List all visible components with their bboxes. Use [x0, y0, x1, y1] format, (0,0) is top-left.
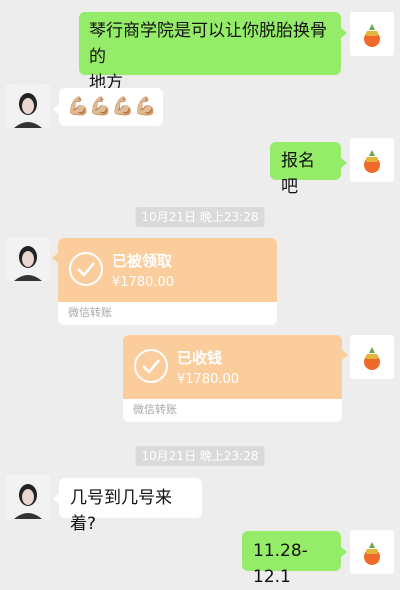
- checkmark-icon: [134, 349, 168, 383]
- transfer-amount: ¥1780.00: [177, 372, 240, 387]
- message-text: 报名吧: [281, 151, 315, 197]
- transfer-status: 已被领取: [112, 252, 173, 270]
- emoji-muscle-icons: 💪🏼💪🏼💪🏼💪🏼: [67, 96, 157, 117]
- transfer-amount: ¥1780.00: [112, 275, 175, 290]
- contact-avatar[interactable]: [6, 475, 50, 519]
- message-bubble-incoming[interactable]: 💪🏼💪🏼💪🏼💪🏼: [53, 88, 163, 126]
- message-text: 几号到几号来着?: [70, 488, 172, 534]
- my-avatar[interactable]: [350, 335, 394, 379]
- my-avatar[interactable]: [350, 530, 394, 574]
- transfer-card-received[interactable]: 已被领取 ¥1780.00 微信转账: [52, 238, 277, 325]
- transfer-footer: 微信转账: [133, 403, 177, 416]
- timestamp: 10月21日 晚上23:28: [135, 207, 265, 227]
- message-text-line: 琴行商学院是可以让你脱胎换骨的: [89, 21, 327, 67]
- checkmark-icon: [69, 252, 103, 286]
- message-bubble-outgoing[interactable]: 报名吧: [270, 142, 347, 197]
- message-bubble-outgoing[interactable]: 琴行商学院是可以让你脱胎换骨的 地方: [79, 12, 347, 93]
- transfer-card-collected[interactable]: 已收钱 ¥1780.00 微信转账: [123, 335, 348, 422]
- message-text: 11.28-12.1: [253, 541, 308, 587]
- transfer-footer: 微信转账: [68, 306, 112, 319]
- contact-avatar[interactable]: [6, 237, 50, 281]
- my-avatar[interactable]: [350, 12, 394, 56]
- transfer-status: 已收钱: [177, 349, 223, 367]
- message-bubble-outgoing[interactable]: 11.28-12.1: [242, 531, 347, 587]
- my-avatar[interactable]: [350, 138, 394, 182]
- timestamp: 10月21日 晚上23:28: [135, 446, 265, 466]
- contact-avatar[interactable]: [6, 84, 50, 128]
- message-bubble-incoming[interactable]: 几号到几号来着?: [53, 478, 202, 534]
